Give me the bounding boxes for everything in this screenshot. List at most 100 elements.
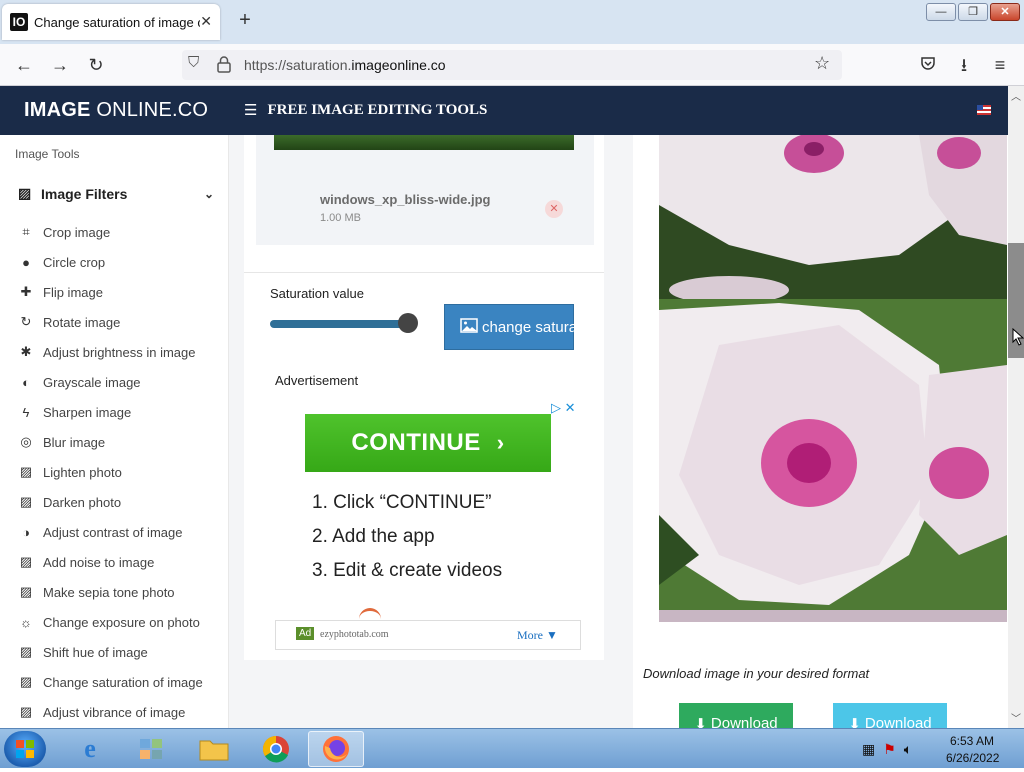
sidebar: Image Tools ▨ Image Filters ⌄ ⌗ Crop imag… <box>0 135 229 728</box>
sidebar-item[interactable]: ▨ Change saturation of image <box>18 671 223 693</box>
image-icon: ▨ <box>18 185 32 201</box>
sidebar-item-label: Add noise to image <box>43 554 155 570</box>
url-text[interactable]: https://saturation.imageonline.co <box>244 57 446 73</box>
system-tray: ▦ ⚑ 🔈︎ <box>862 735 942 763</box>
image-icon: ▨ <box>19 464 33 479</box>
new-tab-button[interactable]: + <box>234 10 256 32</box>
change-saturation-button[interactable]: change saturation <box>444 304 601 350</box>
sidebar-item[interactable]: ⌗ Crop image <box>18 221 223 243</box>
sidebar-item[interactable]: ↻ Rotate image <box>18 311 223 333</box>
ad-footer[interactable]: Ad ezyphototab.com More ▼ <box>275 620 581 650</box>
sidebar-item[interactable]: ◑ Adjust contrast of image <box>18 521 223 543</box>
ad-more-link[interactable]: More ▼ <box>517 628 558 643</box>
window-maximize-button[interactable]: ❐ <box>958 3 988 21</box>
download-caption: Download image in your desired format <box>643 666 870 681</box>
sidebar-item[interactable]: ▨ Shift hue of image <box>18 641 223 663</box>
ad-brand-logo <box>359 608 381 620</box>
sidebar-item-label: Lighten photo <box>43 464 122 480</box>
action-center-icon[interactable]: ⚑ <box>883 741 896 758</box>
download-button-1[interactable]: ⬇ Download <box>679 703 793 728</box>
ad-choices-icon[interactable]: ▷ ✕ <box>551 400 576 416</box>
sidebar-item-label: Shift hue of image <box>43 644 148 660</box>
sidebar-item-label: Adjust contrast of image <box>43 524 183 540</box>
downloads-icon[interactable]: ⭳ <box>952 53 976 77</box>
forward-icon[interactable]: → <box>48 53 72 77</box>
image-icon: ▨ <box>19 644 33 659</box>
back-icon[interactable]: ← <box>12 53 36 77</box>
download-button-1-label: Download <box>710 715 778 728</box>
sidebar-section-image-filters[interactable]: ▨ Image Filters ⌄ <box>18 185 218 202</box>
taskbar-firefox[interactable] <box>308 731 364 767</box>
taskbar-app-grid[interactable] <box>124 731 180 767</box>
taskbar-internet-explorer[interactable]: e <box>62 731 118 767</box>
scroll-down-icon[interactable]: ﹀ <box>1011 710 1021 725</box>
plus-icon: ✚ <box>20 284 32 299</box>
advertisement[interactable]: ▷ ✕ CONTINUE › 1. Click “CONTINUE” 2. Ad… <box>275 400 581 650</box>
remove-file-icon[interactable]: ✕ <box>545 200 563 218</box>
folder-icon <box>199 740 229 761</box>
chrome-icon <box>262 735 289 763</box>
main-content: windows_xp_bliss-wide.jpg 1.00 MB ✕ Satu… <box>229 135 1008 728</box>
sidebar-item[interactable]: ▨ Darken photo <box>18 491 223 513</box>
half-circle-icon: ◑ <box>22 524 30 540</box>
ad-step-2: 2. Add the app <box>312 526 435 547</box>
image-icon <box>460 317 478 337</box>
sidebar-item-label: Change saturation of image <box>43 674 203 690</box>
ad-continue-button[interactable]: CONTINUE › <box>305 414 551 472</box>
volume-icon[interactable]: 🔈︎ <box>904 741 912 758</box>
file-size: 1.00 MB <box>320 212 361 224</box>
window-minimize-button[interactable]: — <box>926 3 956 21</box>
start-button[interactable] <box>4 731 46 767</box>
sidebar-item[interactable]: ● Circle crop <box>18 251 223 273</box>
url-bar[interactable]: ⛉ https://saturation.imageonline.co ☆ <box>182 50 842 80</box>
internet-explorer-icon: e <box>84 734 96 763</box>
tab-close-icon[interactable]: ✕ <box>200 13 212 30</box>
taskbar-chrome[interactable] <box>248 731 304 767</box>
site-logo[interactable]: IMAGE ONLINE.CO <box>24 99 208 122</box>
sidebar-item[interactable]: ◎ Blur image <box>18 431 223 453</box>
us-flag-icon[interactable] <box>977 105 991 115</box>
pocket-icon[interactable] <box>916 53 940 77</box>
uploaded-file: windows_xp_bliss-wide.jpg 1.00 MB ✕ <box>256 135 594 245</box>
taskbar: e ▦ ⚑ 🔈︎ 6:53 AM 6/26/2022 <box>0 728 1024 768</box>
sidebar-item[interactable]: ▨ Add noise to image <box>18 551 223 573</box>
ad-continue-label: CONTINUE <box>351 429 481 456</box>
menu-icon[interactable]: ≡ <box>988 53 1012 77</box>
window-close-button[interactable]: ✕ <box>990 3 1020 21</box>
sidebar-item-label: Rotate image <box>43 314 121 330</box>
clock-date[interactable]: 6/26/2022 <box>946 751 999 765</box>
saturation-slider-handle[interactable] <box>398 313 418 333</box>
clock-time[interactable]: 6:53 AM <box>950 734 994 748</box>
mouse-cursor-icon <box>1012 327 1024 346</box>
scroll-up-icon[interactable]: ︿ <box>1011 88 1021 103</box>
bookmark-star-icon[interactable]: ☆ <box>814 53 830 74</box>
sidebar-item[interactable]: ✚ Flip image <box>18 281 223 303</box>
shield-icon[interactable]: ⛉ <box>188 54 208 76</box>
sidebar-item[interactable]: ◐ Grayscale image <box>18 371 223 393</box>
tools-menu-button[interactable]: ☰ FREE IMAGE EDITING TOOLS <box>244 101 487 119</box>
browser-tab-bar: IO Change saturation of image onl ✕ + — … <box>0 0 1024 44</box>
network-icon[interactable]: ▦ <box>862 741 875 758</box>
sidebar-item-label: Adjust vibrance of image <box>43 704 186 720</box>
page-scrollbar[interactable]: ︿ ﹀ <box>1008 86 1024 728</box>
sidebar-item[interactable]: ▨ Make sepia tone photo <box>18 581 223 603</box>
sidebar-item[interactable]: ✱ Adjust brightness in image <box>18 341 223 363</box>
saturation-slider[interactable] <box>270 320 410 328</box>
taskbar-file-explorer[interactable] <box>186 731 242 767</box>
saturation-label: Saturation value <box>270 286 364 301</box>
sidebar-item[interactable]: ☼ Change exposure on photo <box>18 611 223 633</box>
download-button-2[interactable]: ⬇ Download <box>833 703 947 728</box>
sidebar-item-label: Flip image <box>43 284 103 300</box>
sidebar-item[interactable]: ϟ Sharpen image <box>18 401 223 423</box>
download-icon: ⬇ <box>694 716 707 728</box>
ad-step-3: 3. Edit & create videos <box>312 560 503 581</box>
reload-icon[interactable]: ↻ <box>84 53 108 77</box>
sidebar-item[interactable]: ▨ Lighten photo <box>18 461 223 483</box>
tool-card: windows_xp_bliss-wide.jpg 1.00 MB ✕ Satu… <box>244 135 604 660</box>
sidebar-item[interactable]: ▨ Adjust vibrance of image <box>18 701 223 723</box>
sidebar-item-label: Sharpen image <box>43 404 132 420</box>
download-icon: ⬇ <box>848 716 861 728</box>
lock-icon[interactable] <box>216 55 236 75</box>
file-thumbnail <box>274 135 574 150</box>
browser-tab[interactable]: IO Change saturation of image onl ✕ <box>2 4 220 40</box>
